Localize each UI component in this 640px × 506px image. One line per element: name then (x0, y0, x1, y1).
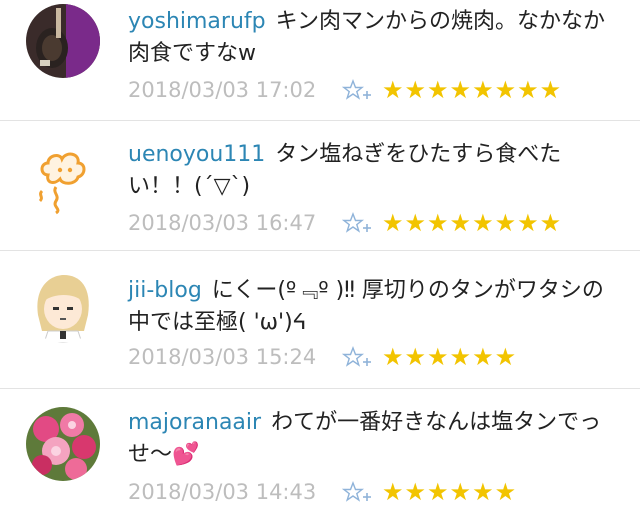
comment-body: uenoyou111 タン塩ねぎをひたすら食べたい！！(´▽`) (128, 139, 622, 203)
comment-meta: 2018/03/03 17:02 ★★★★★★★★ (128, 76, 562, 104)
comment-timestamp: 2018/03/03 16:47 (128, 211, 317, 235)
comment-item: majoranaair わてが一番好きなんは塩タンでっせ〜💕 2018/03/03… (0, 388, 640, 506)
pink-flowers-avatar-image (26, 407, 100, 481)
comment-meta: 2018/03/03 16:47 ★★★★★★★★ (128, 209, 562, 237)
add-star-icon[interactable] (342, 346, 372, 368)
comment-body: yoshimarufp キン肉マンからの焼肉。なかなか肉食ですなw (128, 6, 622, 70)
comment-meta: 2018/03/03 15:24 ★★★★★★ (128, 343, 517, 371)
user-avatar[interactable] (26, 4, 100, 78)
comment-timestamp: 2018/03/03 17:02 (128, 78, 317, 102)
star-rating: ★★★★★★ (382, 343, 518, 371)
comment-item: yoshimarufp キン肉マンからの焼肉。なかなか肉食ですなw 2018/03… (0, 0, 640, 120)
user-avatar[interactable] (26, 269, 100, 343)
anime-girl-avatar-image (26, 269, 100, 343)
username-link[interactable]: jii-blog (128, 278, 202, 303)
username-link[interactable]: uenoyou111 (128, 142, 265, 167)
comment-body: jii-blog にくー(º﹃º )‼ 厚切りのタンがワタシの中では至極( 'ω'… (128, 275, 622, 339)
comment-list: yoshimarufp キン肉マンからの焼肉。なかなか肉食ですなw 2018/03… (0, 0, 640, 506)
comment-item: jii-blog にくー(º﹃º )‼ 厚切りのタンがワタシの中では至極( 'ω'… (0, 250, 640, 388)
smoke-cloud-avatar-image (26, 141, 100, 215)
comment-meta: 2018/03/03 14:43 ★★★★★★ (128, 478, 517, 506)
star-rating: ★★★★★★★★ (382, 76, 563, 104)
user-avatar[interactable] (26, 141, 100, 215)
comment-item: uenoyou111 タン塩ねぎをひたすら食べたい！！(´▽`) 2018/03/… (0, 120, 640, 250)
add-star-icon[interactable] (342, 212, 372, 234)
username-link[interactable]: majoranaair (128, 410, 261, 435)
add-star-icon[interactable] (342, 481, 372, 503)
user-avatar[interactable] (26, 407, 100, 481)
star-rating: ★★★★★★★★ (382, 209, 563, 237)
comment-timestamp: 2018/03/03 14:43 (128, 480, 317, 504)
guitar-photo-avatar-image (26, 4, 100, 78)
comment-timestamp: 2018/03/03 15:24 (128, 345, 317, 369)
username-link[interactable]: yoshimarufp (128, 9, 266, 34)
star-rating: ★★★★★★ (382, 478, 518, 506)
comment-body: majoranaair わてが一番好きなんは塩タンでっせ〜💕 (128, 407, 622, 471)
add-star-icon[interactable] (342, 79, 372, 101)
